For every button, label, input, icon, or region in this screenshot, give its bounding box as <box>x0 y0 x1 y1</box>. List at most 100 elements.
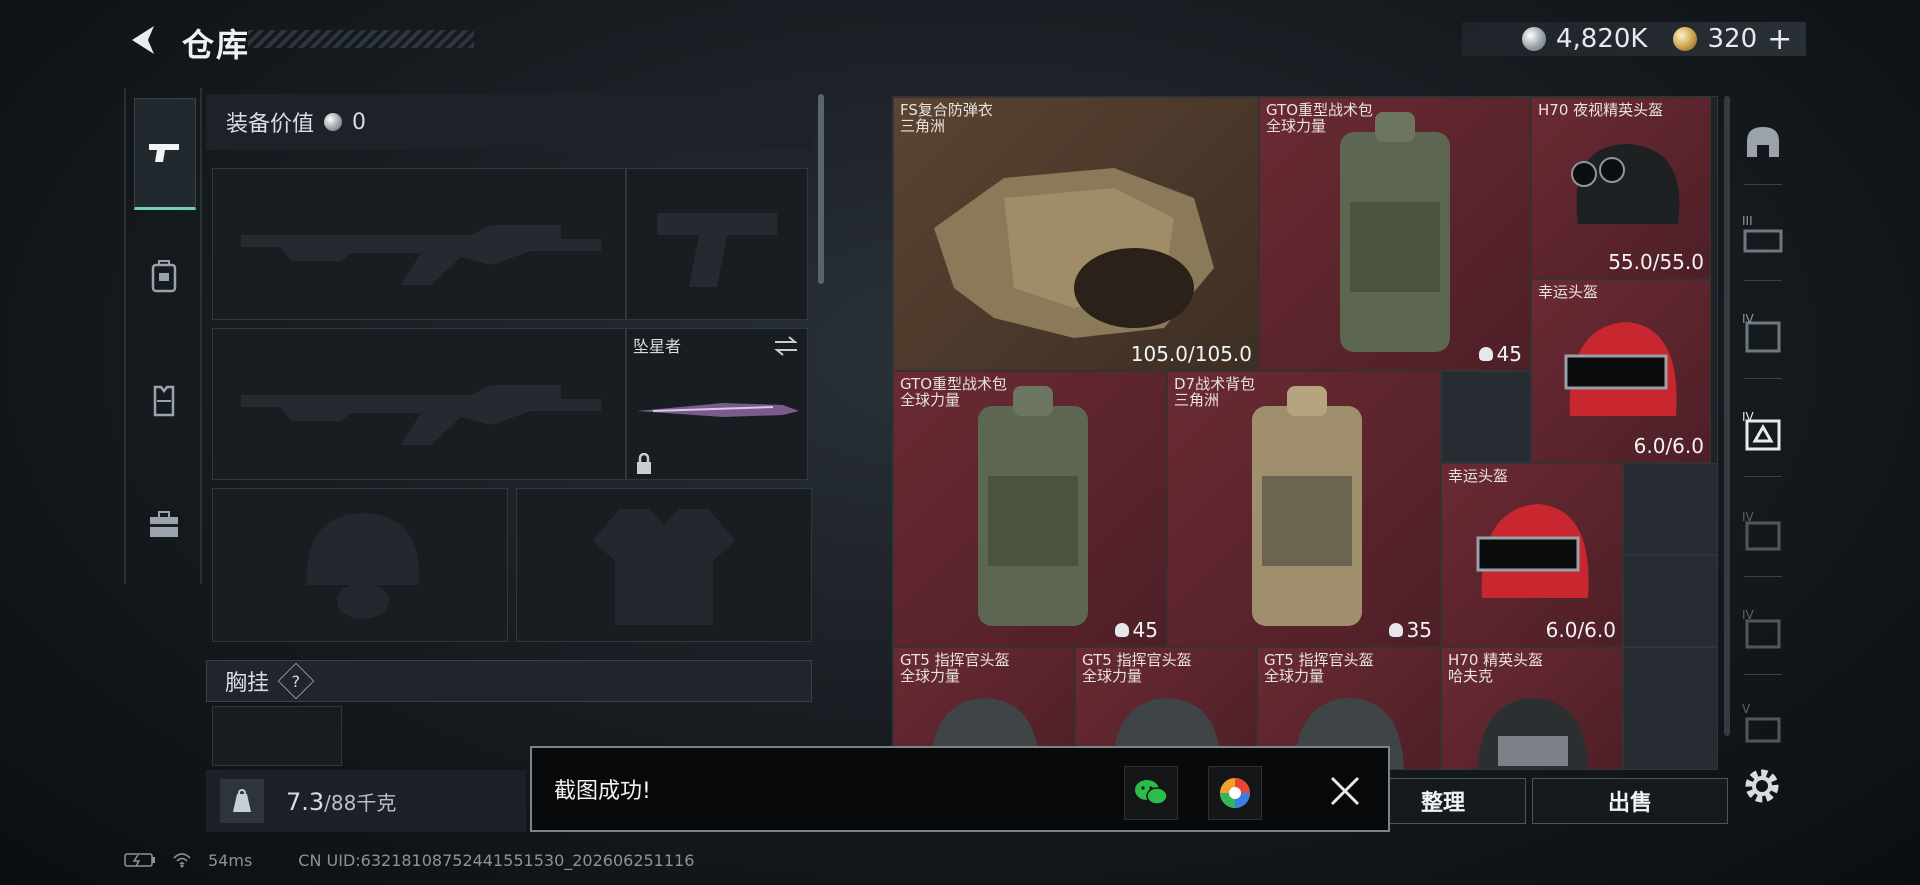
primary-weapon-slot[interactable] <box>212 168 626 320</box>
tab-weapons[interactable] <box>134 98 196 210</box>
pistol-icon <box>149 144 179 162</box>
share-wechat-button[interactable] <box>1124 766 1178 820</box>
gold-amount: 320 <box>1707 24 1758 54</box>
elite-helmet-image <box>1478 698 1588 769</box>
tier-label: IV <box>1742 312 1754 326</box>
close-icon <box>1330 776 1360 806</box>
item-helmet[interactable]: 幸运头盔 6.0/6.0 <box>1531 279 1711 463</box>
pistol-slot[interactable] <box>626 168 808 320</box>
capacity-value: 35 <box>1406 618 1432 642</box>
capacity-icon <box>1388 623 1403 637</box>
capacity-icon <box>1114 623 1129 637</box>
secondary-weapon-slot[interactable] <box>212 328 626 480</box>
rail-tier-4-active[interactable]: IV <box>1740 410 1786 456</box>
backpack-image <box>1340 112 1450 352</box>
item-faction: 哈夫克 <box>1448 667 1494 685</box>
title-decoration <box>248 30 474 48</box>
rail-tier-4[interactable]: IV <box>1740 510 1786 556</box>
item-faction: 全球力量 <box>1264 667 1325 685</box>
item-helmet[interactable]: H70 夜视精英头盔 55.0/55.0 <box>1531 97 1711 279</box>
back-button[interactable] <box>124 20 164 60</box>
helmet-silhouette-icon <box>306 513 420 619</box>
gold-coin-icon <box>1673 27 1698 51</box>
item-capacity: 45 <box>1114 618 1158 642</box>
item-armor[interactable]: FS复合防弹衣 三角洲 105.0/105.0 <box>893 97 1259 371</box>
tab-armor[interactable] <box>134 346 194 454</box>
ping-value: 54ms <box>208 850 253 870</box>
body-armor-slot[interactable] <box>516 488 812 642</box>
rail-divider <box>1744 674 1782 675</box>
rail-divider <box>1744 476 1782 477</box>
user-uid: CN UID:63218108752441551530_202606251116 <box>298 850 695 870</box>
knife-icon <box>637 403 799 417</box>
item-backpack[interactable]: GTO重型战术包 全球力量 45 <box>1259 97 1531 371</box>
rail-tier-3[interactable]: III <box>1740 214 1786 260</box>
empty-grid-cell[interactable] <box>1441 371 1531 463</box>
pistol-silhouette-icon <box>657 213 777 287</box>
silver-coin-icon <box>1522 27 1546 51</box>
vest-icon <box>153 385 175 417</box>
empty-grid-cell[interactable] <box>1623 463 1717 555</box>
add-currency-button[interactable]: + <box>1767 22 1792 57</box>
backpack-image <box>1252 386 1362 626</box>
capacity-value: 45 <box>1496 342 1522 366</box>
share-photos-button[interactable] <box>1208 766 1262 820</box>
settings-button[interactable] <box>1740 764 1784 808</box>
helmet-slot[interactable] <box>212 488 508 642</box>
storage-grid: FS复合防弹衣 三角洲 105.0/105.0 GTO重型战术包 全球力量 45 H… <box>892 96 1718 770</box>
tier-label: V <box>1742 702 1751 716</box>
status-bar: 54ms CN UID:63218108752441551530_2026062… <box>124 848 694 872</box>
rail-helmet-category[interactable] <box>1740 120 1786 166</box>
item-backpack[interactable]: GTO重型战术包 全球力量 45 <box>893 371 1167 647</box>
equipment-value: 装备价值 0 <box>206 94 814 150</box>
category-rail: III IV IV IV IV V <box>1730 96 1794 756</box>
help-icon[interactable]: ? <box>277 662 315 700</box>
tier-label: IV <box>1742 608 1754 622</box>
item-faction: 三角洲 <box>1174 391 1220 409</box>
chest-rig-label: 胸挂 <box>225 671 270 696</box>
battery-icon <box>124 853 155 867</box>
item-name: 幸运头盔 <box>1538 283 1599 301</box>
tab-backpack[interactable] <box>134 222 194 330</box>
toolbox-icon <box>150 511 178 537</box>
item-helmet[interactable]: H70 精英头盔 哈夫克 <box>1441 647 1623 769</box>
item-faction: 全球力量 <box>1266 117 1327 135</box>
empty-grid-cell[interactable] <box>1623 647 1717 769</box>
back-arrow-icon <box>132 26 154 54</box>
rail-divider <box>1744 280 1782 281</box>
item-durability: 6.0/6.0 <box>1633 434 1704 458</box>
wifi-icon <box>173 853 191 868</box>
rail-tier-5[interactable]: V <box>1740 702 1786 748</box>
item-durability: 6.0/6.0 <box>1545 618 1616 642</box>
weight-max: /88千克 <box>324 790 397 815</box>
item-backpack[interactable]: D7战术背包 三角洲 35 <box>1167 371 1441 647</box>
lucky-helmet-image <box>1476 504 1589 598</box>
chest-rig-header: 胸挂 ? <box>206 660 812 702</box>
item-faction: 全球力量 <box>900 667 961 685</box>
silver-coin-icon <box>324 113 343 131</box>
item-faction: 三角洲 <box>900 117 946 135</box>
melee-name: 坠星者 <box>633 337 682 356</box>
rail-tier-4[interactable]: IV <box>1740 312 1786 358</box>
empty-grid-cell[interactable] <box>1623 555 1717 647</box>
tab-supplies[interactable] <box>134 470 194 578</box>
close-toast-button[interactable] <box>1324 770 1366 812</box>
sell-button[interactable]: 出售 <box>1532 778 1728 824</box>
swap-icon[interactable] <box>773 335 799 357</box>
chest-rig-slot[interactable] <box>212 706 342 766</box>
item-faction: 全球力量 <box>900 391 961 409</box>
tier-label: IV <box>1742 510 1754 524</box>
vest-silhouette-icon <box>593 509 735 625</box>
melee-slot[interactable]: 坠星者 <box>626 328 808 480</box>
loadout-panel: 装备价值 0 坠星者 胸挂 ? <box>206 94 818 834</box>
lock-icon <box>637 453 651 474</box>
rail-tier-4[interactable]: IV <box>1740 608 1786 654</box>
item-helmet[interactable]: 幸运头盔 6.0/6.0 <box>1441 463 1623 647</box>
helmet-category-icon <box>1747 127 1779 157</box>
equipment-value-label: 装备价值 <box>226 112 315 137</box>
weight-current: 7.3 <box>286 787 325 816</box>
toast-message: 截图成功! <box>554 779 651 804</box>
loadout-scrollbar[interactable] <box>818 94 824 284</box>
rail-divider <box>1744 184 1782 185</box>
page-title: 仓库 <box>182 26 251 64</box>
